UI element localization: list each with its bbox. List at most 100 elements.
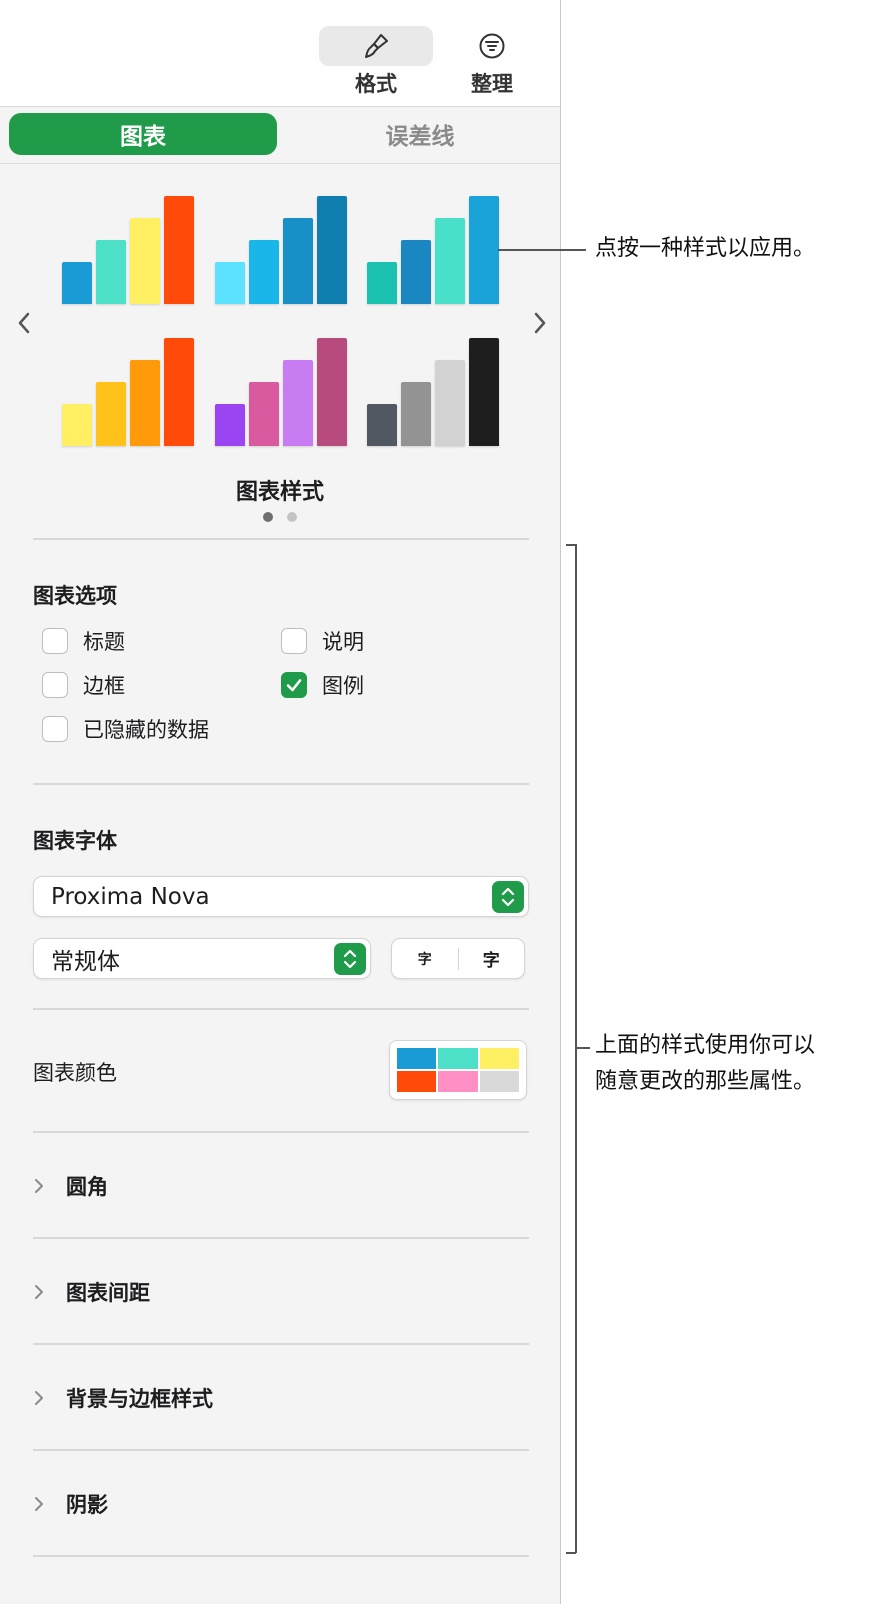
section-rounded-corners[interactable]: 圆角: [33, 1166, 529, 1206]
format-button[interactable]: 格式: [319, 26, 433, 98]
chart-style-thumbnail[interactable]: [215, 334, 347, 446]
divider: [33, 1131, 529, 1133]
font-family-value: Proxima Nova: [51, 883, 210, 910]
format-label: 格式: [355, 72, 397, 96]
up-down-chevron-icon[interactable]: [492, 881, 524, 913]
divider: [33, 1449, 529, 1451]
chart-color-picker[interactable]: [389, 1040, 527, 1100]
style-bar: [469, 338, 499, 446]
divider: [33, 783, 529, 785]
style-bar: [249, 382, 279, 446]
organize-button[interactable]: 整理: [435, 26, 549, 98]
checkbox-caption[interactable]: 说明: [281, 626, 364, 656]
checkbox-hidden-data[interactable]: 已隐藏的数据: [42, 714, 209, 744]
color-swatch: [479, 1048, 519, 1069]
page-dot-1[interactable]: [263, 512, 273, 522]
bracket-tick: [576, 1047, 590, 1049]
checkbox-label: 图例: [322, 674, 364, 698]
divider: [33, 538, 529, 540]
style-bar: [96, 240, 126, 304]
chevron-left-icon[interactable]: [10, 308, 38, 338]
style-bar: [215, 262, 245, 304]
section-label: 圆角: [66, 1175, 108, 1199]
chart-style-thumbnail[interactable]: [215, 192, 347, 304]
filter-lines-icon: [435, 26, 549, 66]
checkbox-label: 说明: [322, 630, 364, 654]
chevron-right-icon[interactable]: [526, 308, 554, 338]
section-chart-spacing[interactable]: 图表间距: [33, 1272, 529, 1312]
tab-chart[interactable]: 图表: [9, 113, 277, 155]
divider: [33, 1237, 529, 1239]
style-bar: [283, 360, 313, 446]
organize-label: 整理: [471, 72, 513, 96]
style-bar: [469, 196, 499, 304]
page-dot-2[interactable]: [287, 512, 297, 522]
section-background-border[interactable]: 背景与边框样式: [33, 1378, 529, 1418]
inspector-toolbar: 格式 整理: [0, 0, 560, 107]
font-smaller-button[interactable]: 字: [392, 949, 458, 969]
color-swatch: [438, 1071, 478, 1092]
font-style-select[interactable]: 常规体: [33, 938, 371, 979]
checkbox-box[interactable]: [42, 672, 68, 698]
style-bar: [96, 382, 126, 446]
section-label: 背景与边框样式: [66, 1387, 213, 1411]
font-larger-button[interactable]: 字: [459, 946, 525, 971]
callout-style-hint: 点按一种样式以应用。: [595, 236, 816, 261]
chart-options-title: 图表选项: [33, 584, 117, 608]
chart-style-thumbnail[interactable]: [367, 192, 499, 304]
divider: [33, 1555, 529, 1557]
bracket-line: [575, 544, 577, 1553]
style-bar: [164, 338, 194, 446]
section-shadow[interactable]: 阴影: [33, 1484, 529, 1524]
style-bar: [435, 360, 465, 446]
callout-line-2: 随意更改的那些属性。: [595, 1069, 816, 1094]
style-bar: [367, 404, 397, 446]
style-bar: [317, 196, 347, 304]
section-label: 阴影: [66, 1493, 108, 1517]
checkmark-icon: [286, 679, 302, 692]
checkbox-box[interactable]: [281, 672, 307, 698]
divider: [33, 1343, 529, 1345]
up-down-chevron-icon[interactable]: [334, 943, 366, 975]
style-bar: [317, 338, 347, 446]
checkbox-label: 边框: [83, 674, 125, 698]
chevron-right-icon: [33, 1283, 53, 1301]
chart-style-thumbnail[interactable]: [62, 192, 194, 304]
checkbox-title[interactable]: 标题: [42, 626, 125, 656]
checkbox-box[interactable]: [42, 628, 68, 654]
font-style-value: 常规体: [51, 948, 120, 975]
checkbox-box[interactable]: [42, 716, 68, 742]
callout-leader-line: [498, 249, 586, 251]
tab-error-bars[interactable]: 误差线: [290, 113, 550, 155]
checkbox-border[interactable]: 边框: [42, 670, 125, 700]
style-bar: [367, 262, 397, 304]
style-bar: [401, 382, 431, 446]
style-bar: [215, 404, 245, 446]
color-swatch: [397, 1048, 437, 1069]
style-bar: [130, 360, 160, 446]
divider: [33, 1008, 529, 1010]
style-bar: [164, 196, 194, 304]
bracket-bottom: [566, 1552, 576, 1554]
format-sidebar: 格式 整理 图表 误差线 图表样式 图表选项 标题 说明 边框 图例 已隐藏的数…: [0, 0, 561, 1604]
style-bar: [435, 218, 465, 304]
font-size-stepper[interactable]: 字 字: [391, 938, 525, 979]
chevron-right-icon: [33, 1177, 53, 1195]
style-bar: [283, 218, 313, 304]
section-label: 图表间距: [66, 1281, 150, 1305]
checkbox-box[interactable]: [281, 628, 307, 654]
checkbox-legend[interactable]: 图例: [281, 670, 364, 700]
chart-style-thumbnail[interactable]: [367, 334, 499, 446]
style-bar: [130, 218, 160, 304]
chart-style-thumbnail[interactable]: [62, 334, 194, 446]
gallery-title: 图表样式: [235, 480, 324, 505]
chevron-right-icon: [33, 1389, 53, 1407]
paintbrush-icon: [319, 26, 433, 66]
color-swatch: [397, 1071, 437, 1092]
chevron-right-icon: [33, 1495, 53, 1513]
style-bar: [249, 240, 279, 304]
page-indicator[interactable]: [0, 512, 560, 522]
callout-line-1: 上面的样式使用你可以: [595, 1033, 816, 1058]
font-family-select[interactable]: Proxima Nova: [33, 876, 529, 917]
inspector-tabs: 图表 误差线: [0, 107, 560, 164]
